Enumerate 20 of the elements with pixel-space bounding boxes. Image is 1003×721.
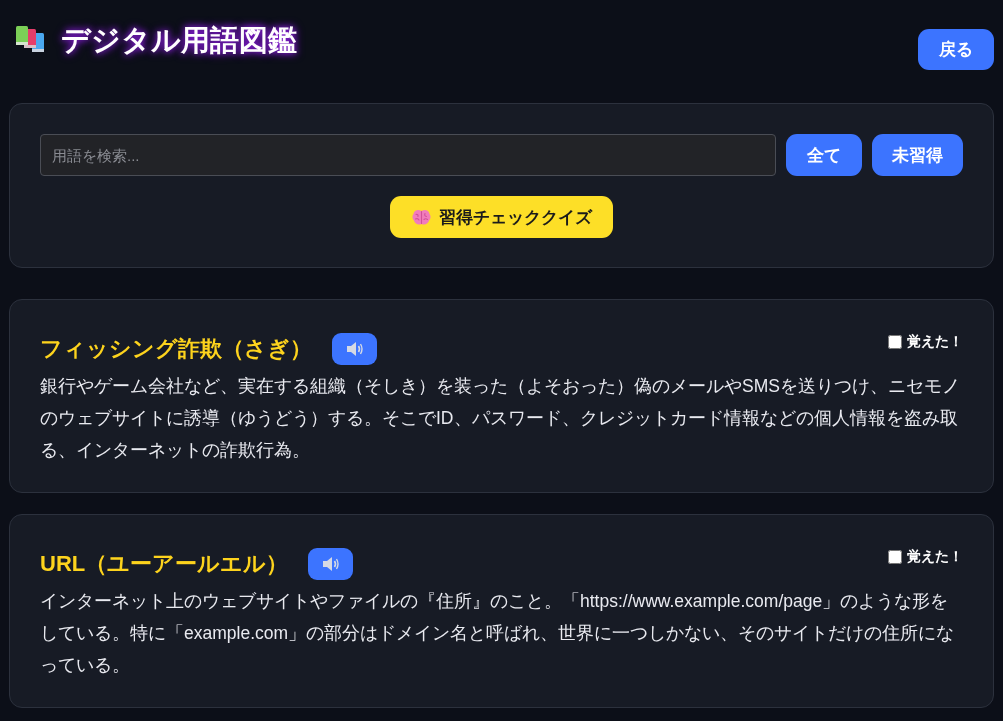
term-title: URL（ユーアールエル） — [40, 550, 289, 578]
speaker-icon — [345, 341, 364, 357]
speak-button[interactable] — [332, 333, 377, 365]
term-description: 銀行やゲーム会社など、実在する組織（そしき）を装った（よそおった）偽のメールやSMSを送りつけ、ニセモノのウェブサイトに誘導（ゆうどう）する。そこでID、パスワード、クレジットカード情報などの個人情報を盗み取る、インターネットの詐欺行為。 — [40, 375, 961, 462]
filter-button[interactable]: 全て — [786, 134, 862, 176]
brain-icon — [412, 208, 431, 226]
back-button[interactable]: 戻る — [918, 29, 994, 70]
quiz-button[interactable]: 習得チェッククイズ — [390, 196, 613, 238]
learned-label[interactable]: 覚えた！ — [907, 333, 963, 351]
term-title: フィッシング詐欺（さぎ） — [40, 335, 312, 363]
learned-label[interactable]: 覚えた！ — [907, 548, 963, 566]
books-icon — [14, 26, 47, 54]
learned-checkbox[interactable] — [888, 335, 902, 349]
filter-button[interactable]: 未習得 — [872, 134, 963, 176]
search-field[interactable]: 用語を検索... — [40, 134, 776, 176]
term-description: インターネット上のウェブサイトやファイルの『住所』のこと。「https://www.example.com/page」のような形をしている。特に「example.com」の部分はドメイン名と呼ばれ、世界に一つしかない、そのサイトだけの住所になっている。 — [40, 590, 956, 677]
learned-checkbox[interactable] — [888, 550, 902, 564]
speaker-icon — [321, 556, 340, 572]
app-title: デジタル用語図鑑 — [61, 23, 297, 58]
speak-button[interactable] — [308, 548, 354, 580]
